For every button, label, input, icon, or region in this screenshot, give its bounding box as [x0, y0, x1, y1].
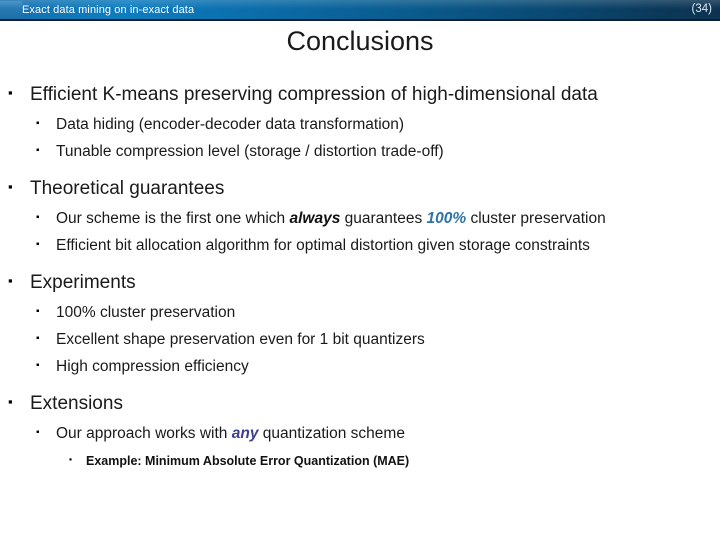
bullet-text: 100% cluster preservation: [56, 304, 236, 321]
bullet-text: Example: Minimum Absolute Error Quantiza…: [86, 454, 410, 468]
bullet-marker-icon: ▪: [36, 360, 40, 371]
bullet-level2-bit-allocation: ▪ Efficient bit allocation algorithm for…: [0, 234, 720, 259]
bullet-text: Excellent shape preservation even for 1 …: [56, 331, 425, 348]
emphasis-always: always: [289, 210, 341, 227]
emphasis-any: any: [231, 425, 259, 442]
bullet-text: Experiments: [30, 272, 136, 293]
bullet-marker-icon: ▪: [36, 212, 40, 223]
bullet-marker-icon: ▪: [69, 454, 73, 464]
bullet-text: Efficient K-means preserving compression…: [30, 84, 598, 105]
bullet-text-part2: guarantees: [340, 210, 427, 227]
bullet-text-part1: Our approach works with: [56, 425, 232, 442]
slide-content: ▪ Efficient K-means preserving compressi…: [0, 82, 720, 472]
emphasis-100-percent: 100%: [426, 210, 467, 227]
bullet-level1-efficient-kmeans: ▪ Efficient K-means preserving compressi…: [0, 82, 720, 109]
banner-title: Exact data mining on in-exact data: [22, 4, 195, 16]
bullet-level1-experiments: ▪ Experiments: [0, 270, 720, 297]
header-banner: Exact data mining on in-exact data (34): [0, 0, 720, 21]
bullet-marker-icon: ▪: [8, 179, 13, 194]
bullet-level2-any-quantization: ▪ Our approach works with any quantizati…: [0, 422, 720, 447]
page-number: (34): [691, 3, 712, 15]
bullet-text: Theoretical guarantees: [30, 178, 225, 199]
bullet-marker-icon: ▪: [8, 394, 13, 409]
bullet-marker-icon: ▪: [8, 85, 13, 100]
bullet-text-part1: Our scheme is the first one which: [56, 210, 290, 227]
bullet-marker-icon: ▪: [36, 145, 40, 156]
bullet-text: Our approach works with any quantization…: [56, 422, 720, 445]
bullet-level2-cluster-preservation: ▪ 100% cluster preservation: [0, 301, 720, 326]
header-left-accent-block: [0, 1, 22, 19]
bullet-marker-icon: ▪: [36, 333, 40, 344]
bullet-marker-icon: ▪: [36, 306, 40, 317]
page-title: Conclusions: [286, 26, 434, 56]
bullet-text: High compression efficiency: [56, 358, 249, 375]
bullet-text: Extensions: [30, 393, 123, 414]
bullet-level2-scheme-guarantee: ▪ Our scheme is the first one which alwa…: [0, 207, 720, 232]
bullet-marker-icon: ▪: [36, 239, 40, 250]
bullet-level2-shape-preservation: ▪ Excellent shape preservation even for …: [0, 328, 720, 353]
bullet-marker-icon: ▪: [36, 427, 40, 438]
bullet-level2-compression-efficiency: ▪ High compression efficiency: [0, 355, 720, 380]
bullet-level1-extensions: ▪ Extensions: [0, 391, 720, 418]
bullet-level2-tunable-compression: ▪ Tunable compression level (storage / d…: [0, 140, 720, 165]
bullet-text: Our scheme is the first one which always…: [56, 207, 720, 230]
bullet-text-part2: quantization scheme: [258, 425, 405, 442]
bullet-text-part3: cluster preservation: [466, 210, 606, 227]
bullet-marker-icon: ▪: [36, 118, 40, 129]
bullet-level3-mae-example: ▪ Example: Minimum Absolute Error Quanti…: [0, 451, 720, 472]
bullet-level2-data-hiding: ▪ Data hiding (encoder-decoder data tran…: [0, 113, 720, 138]
bullet-text: Data hiding (encoder-decoder data transf…: [56, 116, 405, 133]
bullet-text: Efficient bit allocation algorithm for o…: [56, 237, 590, 254]
bullet-level1-theoretical-guarantees: ▪ Theoretical guarantees: [0, 176, 720, 203]
bullet-text: Tunable compression level (storage / dis…: [56, 143, 444, 160]
bullet-marker-icon: ▪: [8, 273, 13, 288]
